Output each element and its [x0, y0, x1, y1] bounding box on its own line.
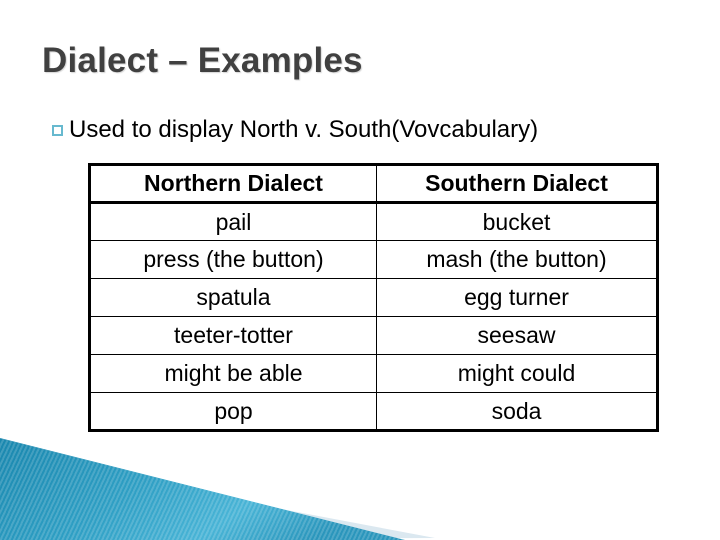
cell-northern: teeter-totter — [89, 316, 377, 355]
cell-southern: mash (the button) — [376, 240, 658, 279]
cell-northern: spatula — [89, 278, 377, 317]
slide-canvas: Dialect – Examples Used to display North… — [0, 0, 720, 540]
table-row: might be able might could — [89, 354, 658, 393]
table-row: pail bucket — [89, 202, 658, 241]
cell-southern: egg turner — [376, 278, 658, 317]
cell-southern: might could — [376, 354, 658, 393]
dialect-comparison-table: Northern Dialect Southern Dialect pail b… — [88, 163, 659, 432]
cell-southern: seesaw — [376, 316, 658, 355]
cell-northern: might be able — [89, 354, 377, 393]
hollow-square-bullet-icon — [52, 124, 63, 136]
cell-northern: pail — [89, 202, 377, 241]
bullet-list-item: Used to display North v. South(Vovcabula… — [52, 118, 538, 142]
bullet-item-label: Used to display North v. South(Vovcabula… — [69, 116, 539, 143]
cell-northern: press (the button) — [89, 240, 377, 279]
cell-southern: soda — [376, 392, 658, 431]
blue-triangle-texture — [0, 438, 405, 540]
table-row: press (the button) mash (the button) — [89, 240, 658, 279]
pale-blue-band-shape — [0, 456, 435, 540]
table-header: Northern Dialect Southern Dialect — [89, 164, 658, 204]
table-row: teeter-totter seesaw — [89, 316, 658, 355]
black-wedge-shape — [0, 444, 380, 540]
footer-decoration — [0, 438, 435, 540]
table-row: spatula egg turner — [89, 278, 658, 317]
table-row: pop soda — [89, 392, 658, 431]
cell-southern: bucket — [376, 202, 658, 241]
blue-triangle-shape — [0, 438, 405, 540]
column-header-southern: Southern Dialect — [376, 164, 658, 204]
page-title: Dialect – Examples — [42, 41, 363, 80]
column-header-northern: Northern Dialect — [89, 164, 377, 204]
table-body: pail bucket press (the button) mash (the… — [89, 202, 658, 431]
table-header-row: Northern Dialect Southern Dialect — [89, 164, 658, 204]
cell-northern: pop — [89, 392, 377, 431]
